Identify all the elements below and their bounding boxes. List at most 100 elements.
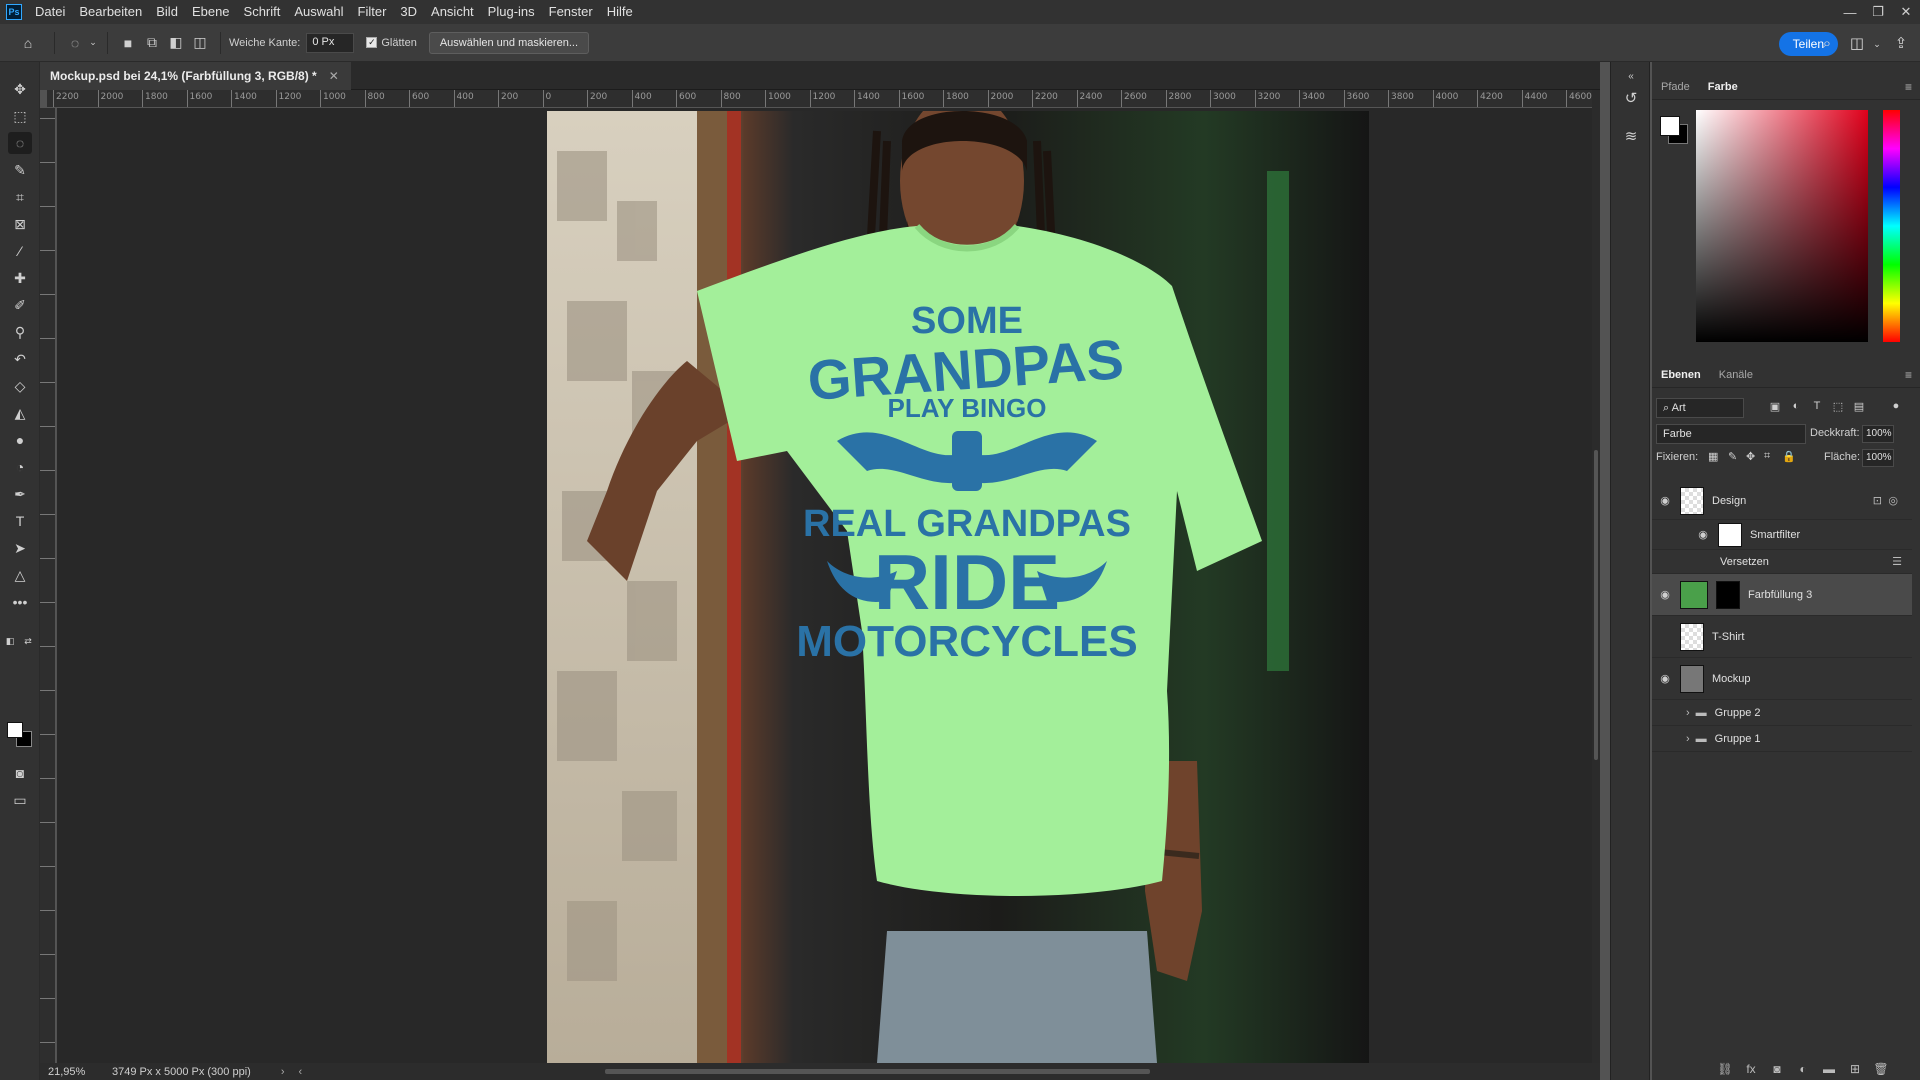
menu-bild[interactable]: Bild [149,0,185,24]
layer-row[interactable]: ◉ Farbfüllung 3 [1652,574,1912,616]
trash-icon[interactable]: 🗑 [1872,1062,1890,1080]
layers-stack-icon[interactable]: ≋ [1620,126,1642,148]
shape-filter-icon[interactable]: ⬚ [1830,400,1846,416]
zoom-level[interactable]: 21,95% [48,1066,94,1078]
chevron-down-icon[interactable]: ⌄ [1866,33,1888,55]
clone-stamp-tool-icon[interactable]: ⚲ [8,321,32,343]
intersect-selection-icon[interactable]: ◫ [188,31,212,55]
add-mask-icon[interactable]: ◙ [1768,1062,1786,1080]
fill-input[interactable]: 100% [1862,449,1894,467]
canvas-area[interactable]: SOME GRANDPAS PLAY BINGO REAL GRANDPAS R… [57,108,1592,1063]
add-selection-icon[interactable]: ⧉ [140,31,164,55]
chevron-right-icon[interactable]: › [281,1066,285,1078]
menu-ebene[interactable]: Ebene [185,0,237,24]
collapse-icon[interactable]: « [1620,66,1642,88]
type-tool-icon[interactable]: T [8,510,32,532]
color-foreground-swatch[interactable] [1660,116,1680,136]
history-brush-tool-icon[interactable]: ↶ [8,348,32,370]
default-colors-icon[interactable]: ◧ [3,634,17,648]
swap-colors-icon[interactable]: ⇄ [21,634,35,648]
layer-row[interactable]: ◉ Design ⊡ ◎ [1652,482,1912,520]
eye-icon[interactable]: ◉ [1658,706,1672,719]
menu-bearbeiten[interactable]: Bearbeiten [72,0,149,24]
tab-paths[interactable]: Pfade [1652,74,1699,100]
blur-tool-icon[interactable]: ● [8,429,32,451]
color-picker-field[interactable] [1696,110,1868,342]
eyedropper-tool-icon[interactable]: ⁄ [8,240,32,262]
quick-mask-icon[interactable]: ◙ [8,762,32,784]
move-tool-icon[interactable]: ✥ [8,78,32,100]
healing-brush-tool-icon[interactable]: ✚ [8,267,32,289]
chevron-right-icon[interactable]: › [1686,733,1690,745]
eye-icon[interactable]: ◉ [1696,528,1710,541]
filter-options-icon[interactable]: ☰ [1892,555,1902,568]
lock-transparency-icon[interactable]: ▦ [1708,450,1718,463]
fx-icon[interactable]: fx [1742,1062,1760,1080]
history-icon[interactable]: ↺ [1620,88,1642,110]
antialias-checkbox[interactable]: ✓ Glätten [366,37,417,49]
paint-bucket-tool-icon[interactable]: ◭ [8,402,32,424]
panel-menu-icon[interactable]: ≡ [1905,368,1912,382]
menu-fenster[interactable]: Fenster [542,0,600,24]
menu-auswahl[interactable]: Auswahl [287,0,350,24]
brush-tool-icon[interactable]: ✐ [8,294,32,316]
subtract-selection-icon[interactable]: ◧ [164,31,188,55]
menu-plugins[interactable]: Plug-ins [481,0,542,24]
eye-icon[interactable]: ◉ [1658,588,1672,601]
adjustment-filter-icon[interactable]: ◐ [1788,400,1804,416]
pixel-filter-icon[interactable]: ▣ [1767,400,1783,416]
type-filter-icon[interactable]: T [1809,400,1825,416]
minimize-icon[interactable]: — [1836,5,1864,20]
menu-ansicht[interactable]: Ansicht [424,0,481,24]
path-selection-tool-icon[interactable]: ➤ [8,537,32,559]
hue-slider[interactable] [1883,110,1900,342]
eye-icon[interactable]: ◉ [1658,732,1672,745]
lock-pixels-icon[interactable]: ✎ [1728,450,1737,463]
layer-row[interactable]: ◉ T-Shirt [1652,616,1912,658]
layer-row[interactable]: Versetzen ☰ [1652,550,1912,574]
restore-icon[interactable]: ❐ [1864,4,1892,20]
adjustment-layer-icon[interactable]: ◐ [1794,1062,1812,1080]
new-layer-icon[interactable]: ⊞ [1846,1062,1864,1080]
document-tab[interactable]: Mockup.psd bei 24,1% (Farbfüllung 3, RGB… [40,62,351,90]
menu-3d[interactable]: 3D [393,0,424,24]
chevron-left-icon[interactable]: ‹ [298,1066,302,1078]
lasso-preset-icon[interactable]: ◌ [63,31,87,55]
screen-mode-icon[interactable]: ▭ [8,789,32,811]
lock-position-icon[interactable]: ✥ [1746,450,1755,463]
smart-object-filter-icon[interactable]: ▤ [1851,400,1867,416]
opacity-input[interactable]: 100% [1862,425,1894,443]
quick-selection-tool-icon[interactable]: ✎ [8,159,32,181]
close-window-icon[interactable]: ✕ [1892,4,1920,20]
lock-all-icon[interactable]: 🔒 [1782,450,1796,463]
pen-tool-icon[interactable]: ✒ [8,483,32,505]
crop-tool-icon[interactable]: ⌗ [8,186,32,208]
menu-datei[interactable]: Datei [28,0,72,24]
layer-row[interactable]: ◉ Smartfilter [1652,520,1912,550]
mockup-photo[interactable]: SOME GRANDPAS PLAY BINGO REAL GRANDPAS R… [547,111,1369,1063]
select-and-mask-button[interactable]: Auswählen und maskieren... [428,31,589,54]
tab-color[interactable]: Farbe [1699,74,1747,100]
layer-row[interactable]: ◉ › ▬ Gruppe 1 [1652,726,1912,752]
new-selection-icon[interactable]: ■ [116,31,140,55]
lock-artboard-icon[interactable]: ⌗ [1764,450,1770,463]
share-document-icon[interactable]: ⇪ [1890,33,1912,55]
filter-toggle-icon[interactable]: ● [1888,400,1904,416]
frame-tool-icon[interactable]: ⊠ [8,213,32,235]
layer-row[interactable]: ◉ Mockup [1652,658,1912,700]
link-layers-icon[interactable]: ⛓ [1716,1062,1734,1080]
menu-hilfe[interactable]: Hilfe [600,0,640,24]
new-group-icon[interactable]: ▬ [1820,1062,1838,1080]
eraser-tool-icon[interactable]: ◇ [8,375,32,397]
tab-layers[interactable]: Ebenen [1652,362,1710,388]
feather-input[interactable]: 0 Px [306,32,355,53]
layer-row[interactable]: ◉ › ▬ Gruppe 2 [1652,700,1912,726]
home-icon[interactable]: ⌂ [16,31,40,55]
chevron-right-icon[interactable]: › [1686,707,1690,719]
blend-mode-dropdown[interactable]: Farbe [1656,424,1806,444]
menu-filter[interactable]: Filter [351,0,394,24]
eye-icon[interactable]: ◉ [1658,672,1672,685]
menu-schrift[interactable]: Schrift [237,0,288,24]
dodge-tool-icon[interactable]: ◔ [8,456,32,478]
chevron-down-icon[interactable]: ⌄ [87,31,99,55]
